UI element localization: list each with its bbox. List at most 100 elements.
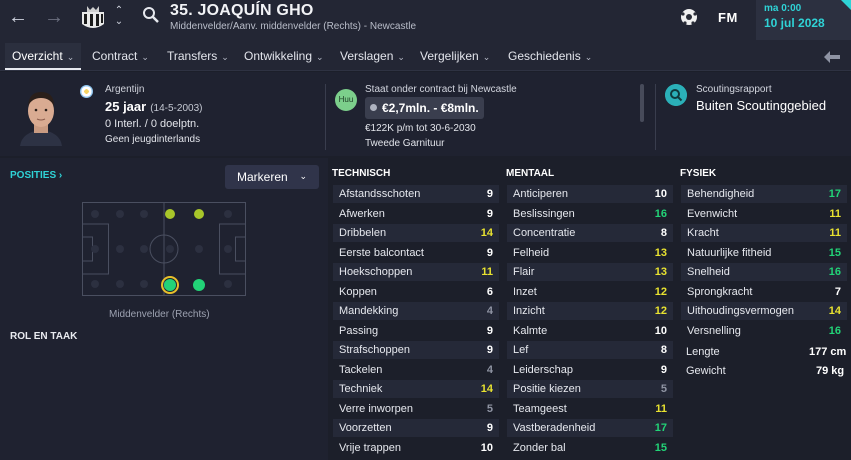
date-box[interactable]: ma 0:00 10 jul 2028 [756,0,851,40]
player-subtitle: Middenvelder/Aanv. middenvelder (Rechts)… [170,21,417,32]
active-tab-underline [5,68,81,70]
date-of-birth: (14-5-2003) [150,103,203,114]
continue-corner-icon[interactable] [841,0,851,10]
mental-attribute-row[interactable]: Beslissingen 16 [507,205,673,223]
technical-attribute-row[interactable]: Koppen 6 [333,283,499,301]
tab-geschiedenis[interactable]: Geschiedenis ⌄ [508,49,592,63]
mental-attribute-row[interactable]: Teamgeest 11 [507,400,673,418]
attribute-value: 7 [834,285,841,298]
physical-attribute-row[interactable]: Evenwicht 11 [681,205,847,223]
position-pitch [82,202,246,296]
attribute-value: 14 [480,227,493,239]
physical-attribute-row[interactable]: Uithoudingsvermogen 14 [681,302,847,320]
attribute-name: Passing [339,324,379,337]
mental-attribute-row[interactable]: Zonder bal 15 [507,439,673,457]
date-day: 10 jul 2028 [764,16,825,30]
attribute-name: Afwerken [339,207,385,220]
customize-view-icon[interactable] [822,49,842,65]
attribute-name: Felheid [513,246,550,259]
physical-attribute-row[interactable]: Versnelling 16 [681,322,847,340]
tab-vergelijken[interactable]: Vergelijken ⌄ [420,49,490,63]
search-icon[interactable] [142,6,160,24]
attribute-name: Evenwicht [687,207,738,220]
tab-contract[interactable]: Contract ⌄ [92,49,149,63]
tab-verslagen[interactable]: Verslagen ⌄ [340,49,405,63]
attribute-name: Mandekking [339,305,399,317]
attribute-name: Anticiperen [513,188,569,200]
technical-attribute-row[interactable]: Afwerken 9 [333,205,499,223]
mental-attribute-row[interactable]: Felheid 13 [507,244,673,262]
player-switch-icon[interactable]: ⌃ ⌄ [113,5,125,27]
attribute-name: Vrije trappen [339,441,401,454]
mental-attribute-row[interactable]: Concentratie 8 [507,224,673,242]
attribute-value: 11 [829,207,841,220]
technical-attribute-row[interactable]: Tackelen 4 [333,361,499,379]
technical-attribute-row[interactable]: Verre inworpen 5 [333,400,499,418]
contract-label[interactable]: Staat onder contract bij Newcastle [365,84,517,95]
club-crest-icon[interactable] [78,4,108,34]
fm-logo[interactable]: FM [718,10,738,25]
physical-attribute-row[interactable]: Natuurlijke fitheid 15 [681,244,847,262]
weight-row: Gewicht [686,365,726,377]
scrollbar[interactable] [640,84,644,122]
forward-arrow-icon[interactable]: → [42,6,66,28]
attribute-value: 16 [828,266,841,278]
mental-attribute-row[interactable]: Anticiperen 10 [507,185,673,203]
tab-transfers[interactable]: Transfers ⌄ [167,49,229,63]
mental-attribute-row[interactable]: Inzet 12 [507,283,673,301]
technical-title: TECHNISCH [332,168,391,179]
attribute-name: Lef [513,344,529,356]
physical-attribute-row[interactable]: Behendigheid 17 [681,185,847,203]
mental-attribute-row[interactable]: Inzicht 12 [507,302,673,320]
tab-overzicht[interactable]: Overzicht ⌄ [12,49,74,63]
international-caps: 0 Interl. / 0 doelptn. [105,118,200,130]
tab-ontwikkeling[interactable]: Ontwikkeling ⌄ [244,49,324,63]
physical-attribute-row[interactable]: Kracht 11 [681,224,847,242]
technical-attribute-row[interactable]: Eerste balcontact 9 [333,244,499,262]
mental-attribute-row[interactable]: Lef 8 [507,341,673,359]
mental-attribute-row[interactable]: Vastberadenheid 17 [507,419,673,437]
technical-attribute-row[interactable]: Hoekschoppen 11 [333,263,499,281]
attribute-name: Verre inworpen [339,402,413,415]
attribute-value: 9 [486,422,493,434]
technical-attribute-row[interactable]: Techniek 14 [333,380,499,398]
mental-attribute-row[interactable]: Leiderschap 9 [507,361,673,379]
technical-attribute-row[interactable]: Passing 9 [333,322,499,340]
technical-attribute-row[interactable]: Vrije trappen 10 [333,439,499,457]
highlight-dropdown[interactable]: Markeren ⌄ [225,165,319,189]
scouting-search-icon[interactable] [665,84,687,106]
attribute-name: Leiderschap [513,363,573,376]
scouting-value: Buiten Scoutinggebied [696,98,827,113]
physical-attribute-row[interactable]: Snelheid 16 [681,263,847,281]
role-title[interactable]: ROL EN TAAK [10,331,77,342]
attribute-value: 16 [828,324,841,337]
mental-attribute-row[interactable]: Positie kiezen 5 [507,380,673,398]
technical-attribute-row[interactable]: Voorzetten 9 [333,419,499,437]
technical-attribute-row[interactable]: Afstandsschoten 9 [333,185,499,203]
attribute-value: 9 [486,207,493,220]
nationality[interactable]: Argentijn [105,84,144,95]
attribute-name: Beslissingen [513,207,575,220]
attribute-value: 15 [654,441,667,454]
attribute-name: Vastberadenheid [513,422,596,434]
attribute-name: Concentratie [513,227,576,239]
squad-status: Tweede Garnituur [365,138,445,149]
physical-attribute-row[interactable]: Sprongkracht 7 [681,283,847,301]
technical-attribute-row[interactable]: Strafschoppen 9 [333,341,499,359]
ball-icon[interactable] [680,8,698,26]
positions-title[interactable]: POSITIES › [10,170,62,181]
attribute-value: 9 [486,188,493,200]
technical-attribute-row[interactable]: Mandekking 4 [333,302,499,320]
attribute-name: Inzicht [513,305,545,317]
attribute-name: Natuurlijke fitheid [687,246,772,259]
attribute-name: Behendigheid [687,188,755,200]
technical-attribute-row[interactable]: Dribbelen 14 [333,224,499,242]
attribute-name: Teamgeest [513,402,567,415]
value-indicator-icon [370,104,377,111]
mental-attribute-row[interactable]: Kalmte 10 [507,322,673,340]
attribute-name: Positie kiezen [513,383,581,395]
back-arrow-icon[interactable]: ← [6,6,30,28]
attribute-value: 9 [660,363,667,376]
mental-attribute-row[interactable]: Flair 13 [507,263,673,281]
attribute-name: Flair [513,266,535,278]
